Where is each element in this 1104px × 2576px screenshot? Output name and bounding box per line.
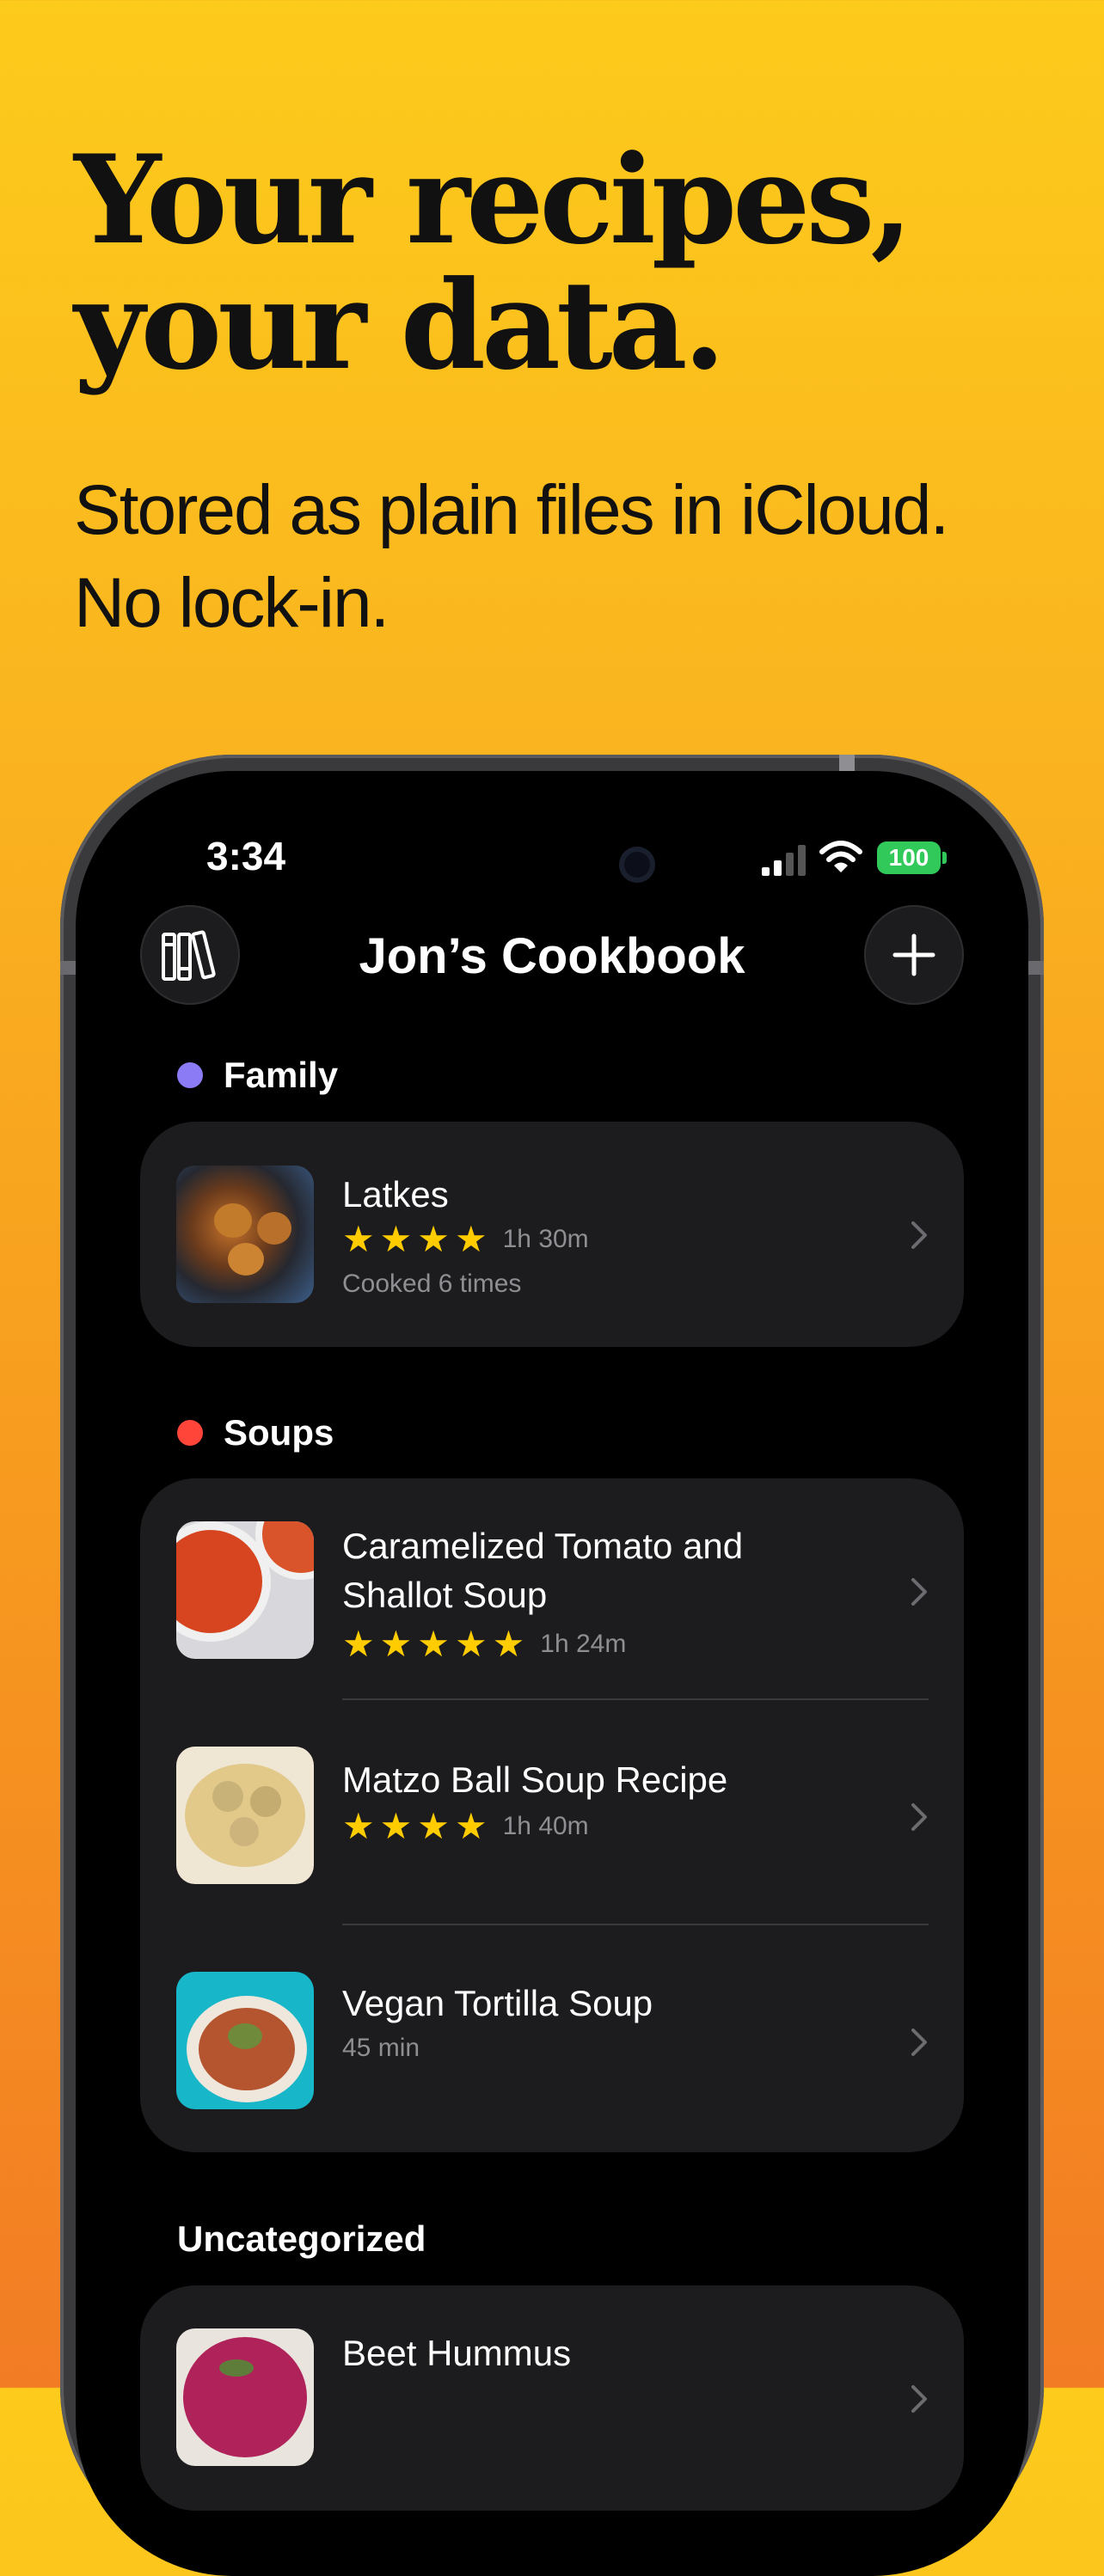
chevron-right-icon <box>911 1803 927 1831</box>
recipe-photo <box>176 1747 314 1884</box>
rating-stars: ★★★★ <box>342 1219 493 1259</box>
wifi-icon <box>819 841 862 872</box>
add-recipe-button[interactable] <box>864 905 964 1005</box>
front-camera <box>619 847 655 883</box>
recipe-duration: 1h 24m <box>540 1630 627 1658</box>
chevron-right-icon <box>911 2028 927 2056</box>
recipe-card: Beet Hummus <box>140 2285 964 2511</box>
recipe-row-caramelized-tomato-soup[interactable]: Caramelized Tomato and Shallot Soup ★★★★… <box>140 1478 964 1704</box>
row-divider <box>342 1924 929 1925</box>
recipe-card: Latkes ★★★★ 1h 30m Cooked 6 times <box>140 1122 964 1347</box>
battery-nub <box>942 852 947 864</box>
recipe-row-matzo-ball-soup[interactable]: Matzo Ball Soup Recipe ★★★★ 1h 40m <box>140 1704 964 1929</box>
recipe-photo <box>176 1521 314 1659</box>
plus-icon <box>892 933 935 976</box>
chevron-right-icon <box>911 1221 927 1249</box>
recipe-photo <box>176 1972 314 2109</box>
battery-level: 100 <box>888 844 929 871</box>
status-time: 3:34 <box>206 834 286 878</box>
recipe-meta: ★★★★ 1h 30m <box>342 1220 589 1259</box>
recipe-title: Matzo Ball Soup Recipe <box>342 1759 728 1800</box>
section-title: Uncategorized <box>177 2218 426 2259</box>
recipe-row-beet-hummus[interactable]: Beet Hummus <box>140 2285 964 2511</box>
recipe-photo <box>176 1166 314 1303</box>
cellular-signal-icon <box>762 845 806 876</box>
recipe-duration: 1h 40m <box>502 1812 589 1840</box>
chevron-right-icon <box>911 2385 927 2413</box>
phone-screen: 3:34 100 Jon’s Cookbook Family Latkes ★★… <box>76 771 1028 2576</box>
subhead: Stored as plain files in iCloud. No lock… <box>74 471 949 642</box>
recipe-subtitle: Cooked 6 times <box>342 1270 522 1298</box>
section-title: Family <box>224 1055 339 1095</box>
category-dot <box>177 1420 203 1446</box>
recipe-meta: ★★★★ 1h 40m <box>342 1807 589 1846</box>
category-dot <box>177 1062 203 1088</box>
chevron-right-icon <box>911 1578 927 1606</box>
recipe-title: Vegan Tortilla Soup <box>342 1983 653 2023</box>
phone-side-button-left <box>60 961 77 975</box>
rating-stars: ★★★★★ <box>342 1624 531 1664</box>
battery-indicator: 100 <box>877 841 941 874</box>
rating-stars: ★★★★ <box>342 1806 493 1846</box>
section-header-soups: Soups <box>177 1412 334 1453</box>
recipe-photo <box>176 2328 314 2466</box>
headline: Your recipes, your data. <box>74 129 913 397</box>
recipe-duration: 1h 30m <box>502 1225 589 1253</box>
recipe-title: Caramelized Tomato and Shallot Soup <box>342 1526 744 1615</box>
recipe-title: Latkes <box>342 1174 449 1215</box>
section-header-family: Family <box>177 1055 338 1096</box>
phone-side-button-right <box>1027 961 1044 975</box>
recipe-title: Beet Hummus <box>342 2333 572 2373</box>
recipe-row-latkes[interactable]: Latkes ★★★★ 1h 30m Cooked 6 times <box>140 1122 964 1347</box>
recipe-meta: ★★★★★ 1h 24m <box>342 1625 626 1664</box>
row-divider <box>342 1698 929 1700</box>
status-bar: 3:34 100 <box>76 771 1028 883</box>
section-header-uncategorized: Uncategorized <box>177 2218 426 2260</box>
recipe-row-vegan-tortilla-soup[interactable]: Vegan Tortilla Soup 45 min <box>140 1929 964 2154</box>
recipe-subtitle: 45 min <box>342 2034 420 2062</box>
section-title: Soups <box>224 1412 334 1453</box>
recipe-card: Caramelized Tomato and Shallot Soup ★★★★… <box>140 1478 964 2152</box>
